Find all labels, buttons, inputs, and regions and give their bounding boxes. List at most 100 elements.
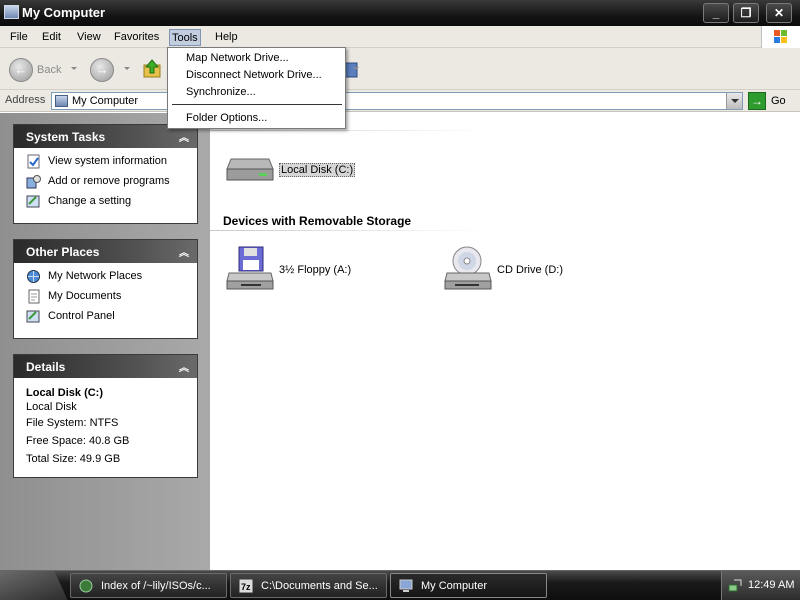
menu-tools[interactable]: Tools — [169, 29, 201, 46]
my-computer-icon — [399, 579, 413, 592]
up-folder-icon[interactable] — [142, 59, 162, 79]
network-places-icon — [27, 270, 40, 283]
address-bar: Address My Computer → Go — [0, 90, 800, 112]
forward-arrow-icon[interactable]: → — [90, 58, 114, 82]
svg-text:7z: 7z — [241, 582, 251, 592]
windows-flag-icon — [774, 30, 788, 44]
cd-drive-icon — [444, 246, 492, 290]
menu-favorites[interactable]: Favorites — [112, 29, 161, 46]
title-bar[interactable]: My Computer _ ❐ ✕ — [0, 0, 800, 26]
system-tray: 12:49 AM — [721, 571, 800, 600]
floppy-drive-icon — [226, 246, 274, 290]
drive-label[interactable]: CD Drive (D:) — [497, 264, 563, 276]
back-history-dropdown-icon[interactable] — [71, 67, 77, 70]
address-label: Address — [5, 94, 46, 106]
menu-view[interactable]: View — [75, 29, 103, 46]
taskbar-button-label: My Computer — [421, 580, 488, 592]
panel-title: System Tasks — [26, 130, 106, 144]
go-button[interactable]: Go — [771, 95, 786, 107]
collapse-chevron-icon[interactable]: ︽ — [179, 129, 189, 144]
go-arrow-icon[interactable]: → — [748, 92, 766, 110]
drive-label[interactable]: Local Disk (C:) — [279, 163, 356, 177]
details-free-space: Free Space: 40.8 GB — [26, 435, 130, 447]
details-item-name: Local Disk (C:) — [26, 387, 104, 399]
my-computer-icon — [55, 95, 68, 107]
taskbar-button-7zip[interactable]: 7z C:\Documents and Se... — [230, 573, 387, 598]
task-label[interactable]: Change a setting — [48, 195, 131, 207]
place-label[interactable]: My Documents — [48, 290, 121, 302]
drive-cd-d[interactable]: CD Drive (D:) — [443, 245, 593, 295]
group-divider — [210, 130, 490, 131]
seven-zip-icon: 7z — [239, 579, 253, 593]
place-my-documents[interactable]: My Documents — [26, 289, 189, 309]
address-input[interactable]: My Computer — [51, 92, 743, 110]
hard-disk-icon — [226, 158, 274, 181]
collapse-chevron-icon[interactable]: ︽ — [179, 359, 189, 374]
my-documents-icon — [28, 289, 40, 304]
views-dropdown-icon[interactable] — [353, 67, 359, 70]
taskbar-button-label: C:\Documents and Se... — [261, 580, 378, 592]
other-places-panel: Other Places ︽ My Network Places My Docu… — [13, 239, 198, 339]
taskbar-button-browser[interactable]: Index of /~lily/ISOs/c... — [70, 573, 227, 598]
window-title: My Computer — [22, 5, 106, 20]
place-label[interactable]: My Network Places — [48, 270, 142, 282]
taskbar-button-label: Index of /~lily/ISOs/c... — [101, 580, 211, 592]
details-panel: Details ︽ Local Disk (C:) Local Disk Fil… — [13, 354, 198, 478]
task-add-remove-programs[interactable]: Add or remove programs — [26, 174, 189, 194]
browser-icon — [79, 579, 93, 593]
task-view-system-information[interactable]: View system information — [26, 154, 189, 174]
menu-item-synchronize[interactable]: Synchronize... — [186, 86, 256, 98]
other-places-header[interactable]: Other Places ︽ — [14, 240, 197, 263]
menu-item-disconnect-network-drive[interactable]: Disconnect Network Drive... — [186, 69, 322, 81]
details-file-system: File System: NTFS — [26, 417, 119, 429]
start-button[interactable] — [0, 571, 68, 600]
add-remove-programs-icon — [26, 175, 41, 189]
toolbar: ← Back → — [0, 48, 800, 90]
back-arrow-icon[interactable]: ← — [9, 58, 33, 82]
taskbar-button-my-computer[interactable]: My Computer — [390, 573, 547, 598]
taskbar: Index of /~lily/ISOs/c... 7z C:\Document… — [0, 570, 800, 600]
maximize-button[interactable]: ❐ — [733, 3, 759, 23]
my-computer-icon — [4, 5, 19, 19]
back-button-label[interactable]: Back — [37, 64, 61, 76]
tools-menu: Map Network Drive... Disconnect Network … — [167, 47, 346, 129]
task-label[interactable]: View system information — [48, 155, 167, 167]
menu-bar: File Edit View Favorites Tools Help — [0, 26, 800, 48]
panel-title: Other Places — [26, 245, 100, 259]
place-label[interactable]: Control Panel — [48, 310, 115, 322]
task-label[interactable]: Add or remove programs — [48, 175, 170, 187]
collapse-chevron-icon[interactable]: ︽ — [179, 244, 189, 259]
menu-help[interactable]: Help — [213, 29, 240, 46]
details-total-size: Total Size: 49.9 GB — [26, 453, 121, 465]
panel-title: Details — [26, 360, 66, 374]
place-control-panel[interactable]: Control Panel — [26, 309, 189, 329]
drive-floppy-a[interactable]: 3½ Floppy (A:) — [225, 245, 375, 295]
drive-local-disk-c[interactable]: Local Disk (C:) — [225, 151, 365, 191]
address-value[interactable]: My Computer — [72, 95, 138, 107]
system-tasks-panel: System Tasks ︽ View system information A… — [13, 124, 198, 224]
content-area: Local Disk (C:) Devices with Removable S… — [210, 113, 800, 570]
menu-item-map-network-drive[interactable]: Map Network Drive... — [186, 52, 289, 64]
menu-item-folder-options[interactable]: Folder Options... — [186, 112, 267, 124]
details-item-type: Local Disk — [26, 401, 77, 413]
menu-separator — [172, 104, 342, 105]
task-change-setting[interactable]: Change a setting — [26, 194, 189, 214]
control-panel-icon — [26, 310, 40, 323]
group-divider — [210, 230, 490, 231]
clock[interactable]: 12:49 AM — [748, 579, 794, 591]
forward-history-dropdown-icon[interactable] — [124, 67, 130, 70]
windows-logo — [761, 26, 800, 48]
place-my-network-places[interactable]: My Network Places — [26, 269, 189, 289]
address-dropdown-icon[interactable] — [726, 93, 742, 109]
network-tray-icon[interactable] — [728, 579, 742, 593]
close-button[interactable]: ✕ — [766, 3, 792, 23]
minimize-button[interactable]: _ — [703, 3, 729, 23]
task-pane: System Tasks ︽ View system information A… — [0, 113, 210, 570]
removable-storage-heading: Devices with Removable Storage — [223, 214, 412, 228]
details-header[interactable]: Details ︽ — [14, 355, 197, 378]
menu-file[interactable]: File — [8, 29, 30, 46]
system-info-icon — [27, 154, 40, 169]
control-panel-icon — [26, 195, 40, 208]
drive-label[interactable]: 3½ Floppy (A:) — [279, 264, 351, 276]
menu-edit[interactable]: Edit — [40, 29, 63, 46]
